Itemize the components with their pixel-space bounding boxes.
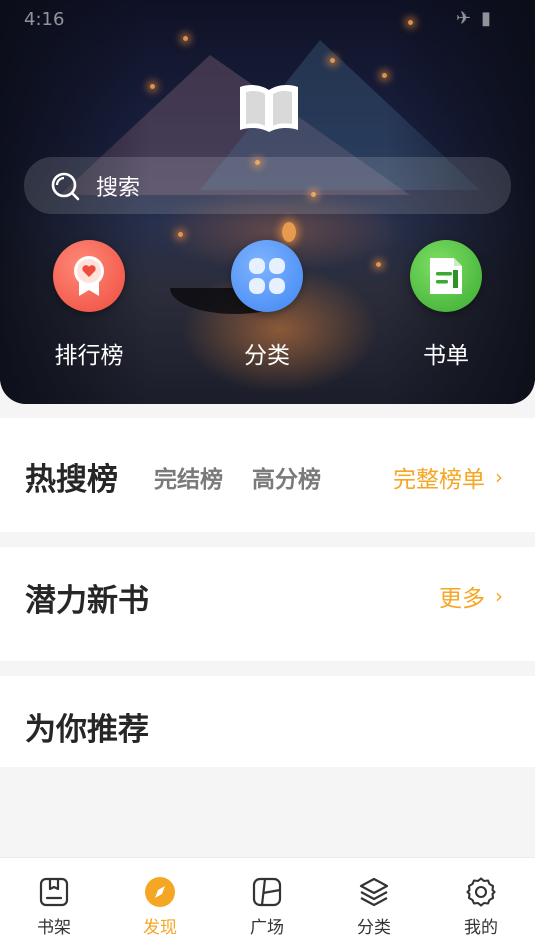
more-link-label: 更多 [439, 586, 485, 612]
status-bar: 4:16 ✈▮ [0, 0, 535, 38]
nav-mine[interactable]: 我的 [446, 876, 516, 938]
chevron-right-icon: › [495, 465, 503, 489]
more-link-label: 完整榜单 [393, 467, 485, 493]
section-title: 潜力新书 [25, 583, 149, 619]
nav-category[interactable]: 分类 [339, 876, 409, 938]
nav-label: 广场 [250, 918, 284, 938]
lantern-glow [382, 73, 387, 78]
quick-link-label: 分类 [244, 343, 290, 369]
more-link[interactable]: 更多 › [439, 579, 503, 613]
section-title: 为你推荐 [25, 712, 149, 748]
bottom-nav: 书架 发现 广场 分类 我的 [0, 857, 535, 951]
nav-label: 发现 [143, 918, 177, 938]
nav-label: 分类 [357, 918, 391, 938]
lantern-glow [178, 232, 183, 237]
bookshelf-icon [39, 877, 69, 907]
booklist-icon [410, 240, 482, 312]
lantern-glow [150, 84, 155, 89]
full-list-link[interactable]: 完整榜单 › [393, 460, 503, 494]
search-bar[interactable]: 搜索 [24, 157, 511, 214]
nav-bookshelf[interactable]: 书架 [19, 876, 89, 938]
search-placeholder: 搜索 [96, 175, 141, 201]
layers-icon [359, 877, 389, 907]
status-icons: ✈▮ [456, 8, 501, 29]
book-logo-icon [240, 85, 298, 132]
nav-label: 我的 [464, 918, 498, 938]
category-grid-icon [231, 240, 303, 312]
header-hero: 4:16 ✈▮ 搜索 排行榜 分类 书单 [0, 0, 535, 404]
lantern-glow [330, 58, 335, 63]
quick-link-label: 排行榜 [54, 343, 124, 369]
nav-label: 书架 [37, 918, 71, 938]
lantern-glow [376, 262, 381, 267]
quick-link-label: 书单 [423, 343, 469, 369]
quick-link-category[interactable]: 分类 [207, 240, 327, 370]
compass-icon [145, 877, 175, 907]
new-books-card: 潜力新书 更多 › [0, 547, 535, 661]
gear-icon [466, 877, 496, 907]
hot-search-card: 热搜榜 完结榜 高分榜 完整榜单 › [0, 418, 535, 532]
tab-completed[interactable]: 完结榜 [154, 460, 223, 494]
chevron-right-icon: › [495, 584, 503, 608]
tab-high-score[interactable]: 高分榜 [252, 460, 321, 494]
section-title[interactable]: 热搜榜 [25, 454, 118, 499]
recommend-card: 为你推荐 [0, 676, 535, 767]
nav-discover[interactable]: 发现 [125, 876, 195, 938]
quick-link-booklist[interactable]: 书单 [386, 240, 506, 370]
status-time: 4:16 [24, 9, 65, 30]
quick-link-rank[interactable]: 排行榜 [29, 240, 149, 370]
search-icon [51, 172, 80, 200]
square-icon [252, 877, 282, 907]
nav-square[interactable]: 广场 [232, 876, 302, 938]
lantern-glow [282, 222, 296, 242]
rank-badge-icon [53, 240, 125, 312]
